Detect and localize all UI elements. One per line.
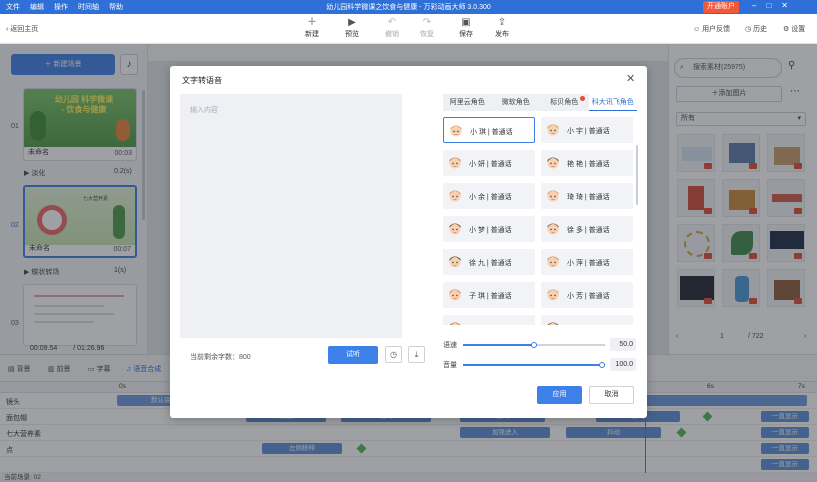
volume-value[interactable]: 100.0 bbox=[610, 358, 636, 371]
tab-iflytek[interactable]: 科大讯飞角色 bbox=[588, 94, 637, 111]
title-bar: 文件 编辑 操作 时间轴 帮助 幼儿园科学微课之饮食与健康 - 万彩动画大师 3… bbox=[0, 0, 817, 14]
avatar-icon bbox=[546, 122, 560, 137]
voice-option[interactable]: 小 芳 | 普通话 bbox=[541, 282, 633, 308]
voice-option[interactable]: 小 宇 | 普通话 bbox=[541, 117, 633, 143]
avatar-icon bbox=[546, 254, 560, 269]
voice-list-scrollbar[interactable] bbox=[636, 145, 638, 205]
voice-option[interactable]: 小 妍 | 普通话 bbox=[443, 150, 535, 176]
voice-name: 子 琪 | 普通话 bbox=[469, 293, 512, 300]
voice-name: 小 美 | 普通话 bbox=[567, 324, 610, 325]
feedback-icon: ☺ bbox=[693, 26, 703, 33]
voice-name: 小 萍 | 普通话 bbox=[567, 260, 610, 267]
new-badge bbox=[579, 96, 585, 101]
voice-name: 小 芳 | 普通话 bbox=[567, 293, 610, 300]
minimize-icon[interactable]: – bbox=[752, 1, 756, 10]
voice-name: 小 蓉 | 普通话 bbox=[469, 324, 512, 325]
preview-audio-button[interactable]: 试听 bbox=[328, 346, 378, 364]
new-button[interactable]: ＋新建 bbox=[297, 17, 327, 39]
voice-provider-tabs: 阿里云角色 微软角色 标贝角色 科大讯飞角色 bbox=[443, 94, 637, 111]
avatar-icon bbox=[546, 287, 560, 302]
voice-name: 小 宇 | 普通话 bbox=[567, 128, 610, 135]
download-icon[interactable]: ⤓ bbox=[408, 346, 425, 363]
voice-name: 小 妍 | 普通话 bbox=[469, 161, 512, 168]
remaining-chars: 当前剩余字数：800 bbox=[190, 354, 251, 361]
speed-label: 语速 bbox=[443, 342, 457, 349]
maximize-icon[interactable]: □ bbox=[766, 1, 771, 10]
voice-list: 小 琪 | 普通话 小 宇 | 普通话小 妍 | 普通话 艳 艳 | 普通话小 余 … bbox=[443, 117, 633, 325]
voice-option[interactable]: 小 余 | 普通话 bbox=[443, 183, 535, 209]
voice-option[interactable]: 小 琪 | 普通话 bbox=[443, 117, 535, 143]
save-icon: ▣ bbox=[461, 17, 471, 28]
close-icon[interactable]: ✕ bbox=[626, 72, 635, 85]
vip-button[interactable]: 开通账户 bbox=[703, 1, 739, 13]
back-home-button[interactable]: ‹ 返回主页 bbox=[6, 24, 38, 34]
slider-fill bbox=[463, 344, 534, 346]
avatar-icon bbox=[448, 155, 462, 170]
main-toolbar: ‹ 返回主页 ＋新建 ▶ 预览 ↶ 撤销 ↷ 恢复 ▣ 保存 ⇪ 发布 ☺ 用户反馈 ◷ … bbox=[0, 14, 817, 44]
window-title: 幼儿园科学微课之饮食与健康 - 万彩动画大师 3.0.300 bbox=[326, 4, 491, 11]
avatar-icon bbox=[546, 320, 560, 325]
speech-text-input[interactable] bbox=[180, 94, 402, 338]
preview-button[interactable]: ▶ 预览 bbox=[337, 17, 367, 39]
dialog-title: 文字转语音 bbox=[182, 76, 222, 85]
voice-name: 徐 多 | 普通话 bbox=[567, 227, 610, 234]
volume-label: 音量 bbox=[443, 362, 457, 369]
settings-button[interactable]: ⚙ 设置 bbox=[783, 24, 805, 34]
voice-option[interactable]: 艳 艳 | 普通话 bbox=[541, 150, 633, 176]
publish-icon: ⇪ bbox=[497, 17, 507, 28]
history-icon[interactable]: ◷ bbox=[385, 346, 402, 363]
play-icon: ▶ bbox=[348, 17, 356, 28]
voice-option[interactable]: 小 蓉 | 普通话 bbox=[443, 315, 535, 325]
input-placeholder: 输入内容 bbox=[190, 107, 218, 114]
apply-button[interactable]: 应用 bbox=[537, 386, 582, 404]
plus-icon: ＋ bbox=[307, 17, 317, 28]
voice-name: 琦 琦 | 普通话 bbox=[567, 194, 610, 201]
voice-option[interactable]: 琦 琦 | 普通话 bbox=[541, 183, 633, 209]
avatar-icon bbox=[546, 155, 560, 170]
voice-name: 小 琪 | 普通话 bbox=[470, 129, 513, 136]
voice-name: 艳 艳 | 普通话 bbox=[567, 161, 610, 168]
slider-knob[interactable] bbox=[531, 342, 537, 348]
redo-icon: ↷ bbox=[422, 17, 432, 28]
save-button[interactable]: ▣ 保存 bbox=[451, 17, 481, 39]
voice-name: 徐 九 | 普通话 bbox=[469, 260, 512, 267]
avatar-icon bbox=[449, 123, 463, 138]
avatar-icon bbox=[448, 221, 462, 236]
voice-option[interactable]: 小 梦 | 普通话 bbox=[443, 216, 535, 242]
voice-option[interactable]: 子 琪 | 普通话 bbox=[443, 282, 535, 308]
avatar-icon bbox=[448, 320, 462, 325]
avatar-icon bbox=[546, 188, 560, 203]
text-to-speech-dialog: 文字转语音 ✕ 输入内容 当前剩余字数：800 试听 ◷ ⤓ 阿里云角色 微软角… bbox=[170, 66, 647, 418]
tab-biaobei[interactable]: 标贝角色 bbox=[540, 94, 589, 111]
undo-icon: ↶ bbox=[387, 17, 397, 28]
avatar-icon bbox=[448, 188, 462, 203]
redo-button[interactable]: ↷ 恢复 bbox=[412, 17, 442, 39]
avatar-icon bbox=[546, 221, 560, 236]
slider-fill bbox=[463, 364, 605, 366]
voice-name: 小 梦 | 普通话 bbox=[469, 227, 512, 234]
avatar-icon bbox=[448, 254, 462, 269]
feedback-button[interactable]: ☺ 用户反馈 bbox=[693, 24, 730, 34]
cancel-button[interactable]: 取消 bbox=[589, 386, 634, 404]
tab-aliyun[interactable]: 阿里云角色 bbox=[443, 94, 492, 111]
publish-button[interactable]: ⇪ 发布 bbox=[487, 17, 517, 39]
tab-microsoft[interactable]: 微软角色 bbox=[492, 94, 541, 111]
voice-name: 小 余 | 普通话 bbox=[469, 194, 512, 201]
history-button[interactable]: ◷ 历史 bbox=[745, 24, 767, 34]
speed-value[interactable]: 50.0 bbox=[610, 338, 636, 351]
gear-icon: ⚙ bbox=[783, 26, 792, 33]
slider-knob[interactable] bbox=[599, 362, 605, 368]
voice-option[interactable]: 徐 九 | 普通话 bbox=[443, 249, 535, 275]
voice-option[interactable]: 徐 多 | 普通话 bbox=[541, 216, 633, 242]
window-controls: – □ ✕ bbox=[752, 1, 788, 10]
voice-option[interactable]: 小 萍 | 普通话 bbox=[541, 249, 633, 275]
undo-button[interactable]: ↶ 撤销 bbox=[377, 17, 407, 39]
avatar-icon bbox=[448, 287, 462, 302]
history-icon: ◷ bbox=[745, 26, 754, 33]
voice-option[interactable]: 小 美 | 普通话 bbox=[541, 315, 633, 325]
close-window-icon[interactable]: ✕ bbox=[781, 1, 788, 10]
